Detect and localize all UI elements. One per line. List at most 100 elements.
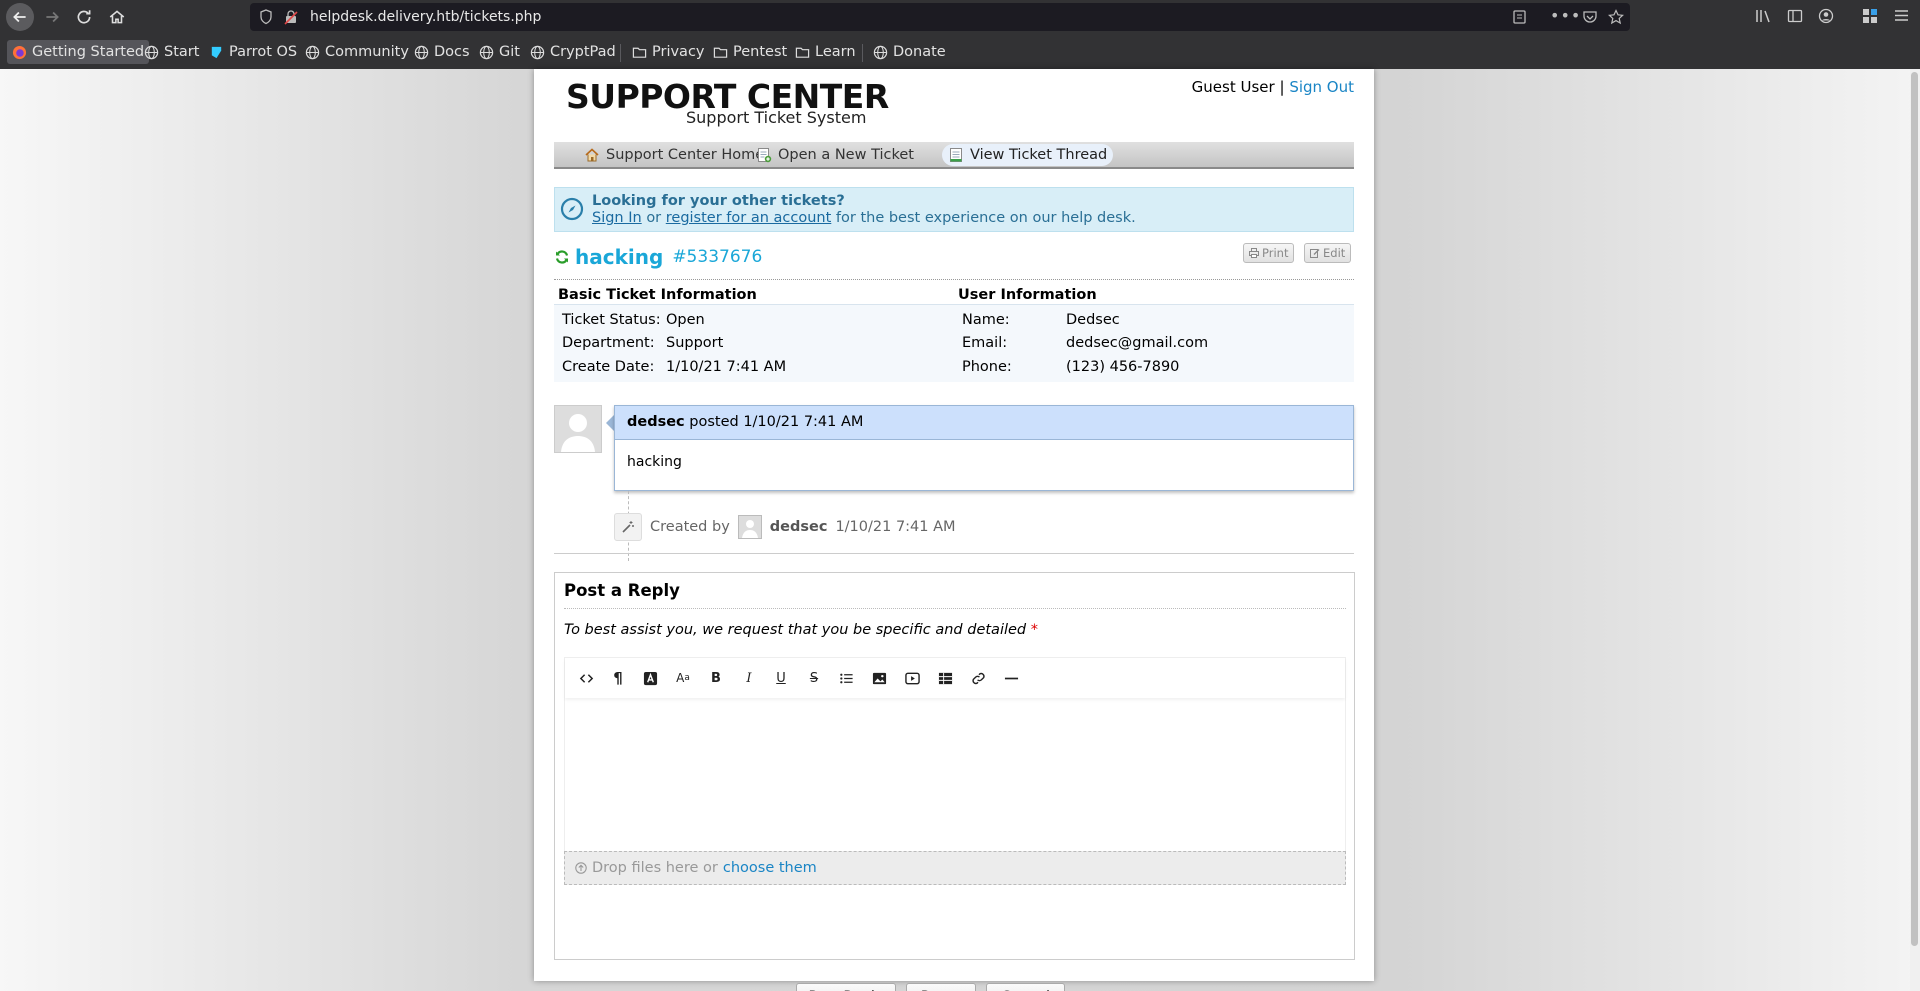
nav-support-center-home[interactable]: Support Center Home: [578, 144, 770, 166]
nav-view-ticket-thread[interactable]: View Ticket Thread: [942, 144, 1114, 166]
user-info-heading: User Information: [954, 287, 1354, 305]
bookmark-pentest[interactable]: Pentest: [708, 40, 792, 64]
bookmark-git[interactable]: Git: [474, 40, 525, 64]
create-date-value: 1/10/21 7:41 AM: [666, 358, 787, 375]
new-ticket-icon: [758, 148, 772, 163]
event-avatar: [737, 515, 762, 539]
thread-divider: [554, 553, 1354, 554]
bookmark-cryptpad[interactable]: CryptPad: [525, 40, 621, 64]
reply-editor[interactable]: ¶ Aa B I U S: [564, 657, 1346, 852]
print-button[interactable]: Print: [1243, 243, 1295, 263]
italic-icon[interactable]: I: [736, 668, 762, 688]
reset-button[interactable]: Reset: [906, 983, 976, 991]
file-dropzone[interactable]: Drop files here or choose them: [564, 851, 1346, 885]
image-icon[interactable]: [866, 668, 892, 688]
print-icon: [1249, 248, 1259, 258]
shield-icon[interactable]: [259, 9, 273, 29]
back-button[interactable]: [6, 3, 34, 31]
home-button[interactable]: [103, 3, 131, 31]
folder-icon: [795, 47, 810, 58]
bold-icon[interactable]: B: [703, 668, 729, 688]
hamburger-menu-icon[interactable]: [1894, 8, 1909, 27]
info-row: Phone: (123) 456-7890: [954, 355, 1354, 379]
avatar: [554, 405, 602, 453]
globe-icon: [479, 45, 494, 59]
user-phone-value: (123) 456-7890: [1066, 358, 1180, 375]
info-row: Ticket Status: Open: [554, 308, 954, 332]
nav-open-new-ticket[interactable]: Open a New Ticket: [750, 144, 920, 166]
cancel-button[interactable]: Cancel: [986, 983, 1065, 991]
sign-out-link[interactable]: Sign Out: [1289, 78, 1354, 96]
user-avatar-icon: [561, 414, 595, 452]
home-icon: [585, 148, 599, 162]
reply-title: Post a Reply: [564, 581, 680, 600]
info-row: Name: Dedsec: [954, 308, 1354, 332]
post-reply-button[interactable]: Post Reply: [796, 983, 896, 991]
bookmark-community[interactable]: Community: [300, 40, 414, 64]
basic-info-body: Ticket Status: Open Department: Support …: [554, 305, 954, 382]
bookmark-start[interactable]: Start: [139, 40, 204, 64]
sign-in-notice: Looking for your other tickets? Sign In …: [554, 187, 1354, 232]
event-user: dedsec: [769, 519, 828, 535]
required-mark: *: [1030, 622, 1038, 638]
video-icon[interactable]: [899, 668, 925, 688]
ticket-subject[interactable]: hacking: [575, 245, 663, 269]
globe-icon: [530, 45, 545, 59]
ticket-status-value: Open: [666, 311, 705, 328]
horizontal-rule-icon[interactable]: [998, 668, 1024, 688]
info-row: Email: dedsec@gmail.com: [954, 332, 1354, 356]
reader-view-icon[interactable]: [1512, 9, 1527, 29]
scrollbar-thumb[interactable]: [1911, 72, 1918, 946]
notice-or: or: [646, 210, 662, 226]
bookmark-star-icon[interactable]: [1608, 9, 1624, 29]
browser-nav-row: helpdesk.delivery.htb/tickets.php •••: [0, 0, 1920, 34]
list-icon[interactable]: [833, 668, 859, 688]
url-text[interactable]: helpdesk.delivery.htb/tickets.php: [310, 9, 541, 25]
user-email-value: dedsec@gmail.com: [1066, 335, 1209, 352]
link-icon[interactable]: [965, 668, 991, 688]
folder-icon: [632, 47, 647, 58]
message-posted: posted 1/10/21 7:41 AM: [689, 414, 864, 430]
ticket-heading: hacking #5337676: [554, 245, 762, 269]
library-icon[interactable]: [1755, 8, 1773, 28]
edit-button[interactable]: Edit: [1304, 243, 1352, 263]
paragraph-format-icon[interactable]: ¶: [605, 668, 631, 688]
user-name-value: Dedsec: [1066, 311, 1120, 328]
account-icon[interactable]: [1818, 8, 1834, 28]
compass-icon: [560, 197, 584, 221]
extensions-icon[interactable]: [1862, 8, 1878, 28]
refresh-icon[interactable]: [554, 249, 570, 265]
bookmark-privacy[interactable]: Privacy: [627, 40, 710, 64]
info-key: Email:: [962, 335, 1008, 352]
forward-arrow-icon: [46, 11, 59, 23]
pocket-icon[interactable]: [1582, 9, 1598, 29]
page-actions-icon[interactable]: •••: [1550, 6, 1581, 25]
bookmark-parrot-os[interactable]: Parrot OS: [204, 40, 302, 64]
choose-files-link[interactable]: choose them: [723, 860, 817, 876]
register-link[interactable]: register for an account: [666, 210, 832, 226]
forward-button[interactable]: [38, 3, 66, 31]
browser-chrome: helpdesk.delivery.htb/tickets.php ••• Ge…: [0, 0, 1920, 69]
html-code-icon[interactable]: [573, 668, 599, 688]
folder-icon: [713, 47, 728, 58]
underline-icon[interactable]: U: [768, 668, 794, 688]
main-nav: Support Center Home Open a New Ticket Vi…: [554, 142, 1354, 169]
table-icon[interactable]: [932, 668, 958, 688]
font-size-icon[interactable]: Aa: [670, 668, 696, 688]
sidebar-icon[interactable]: [1787, 8, 1803, 28]
bookmark-learn[interactable]: Learn: [790, 40, 861, 64]
text-color-icon[interactable]: [637, 668, 663, 688]
guest-user-label: Guest User: [1191, 78, 1275, 96]
address-bar[interactable]: helpdesk.delivery.htb/tickets.php •••: [250, 3, 1630, 31]
bookmark-donate[interactable]: Donate: [868, 40, 951, 64]
message-header: dedsec posted 1/10/21 7:41 AM: [615, 406, 1353, 440]
sign-in-link[interactable]: Sign In: [592, 210, 642, 226]
bookmark-docs[interactable]: Docs: [409, 40, 475, 64]
strikethrough-icon[interactable]: S: [801, 668, 827, 688]
message-body: hacking: [627, 454, 682, 470]
reply-divider: [564, 608, 1346, 609]
insecure-lock-icon[interactable]: [284, 9, 298, 29]
bookmark-getting-started[interactable]: Getting Started: [7, 40, 150, 64]
reload-button[interactable]: [70, 3, 98, 31]
firefox-icon: [12, 45, 27, 59]
